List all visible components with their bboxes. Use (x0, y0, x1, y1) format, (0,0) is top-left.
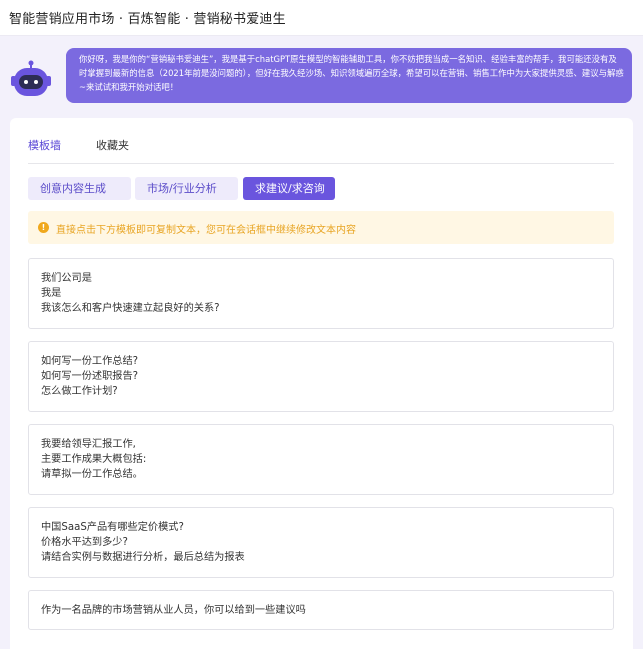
template-line: 中国SaaS产品有哪些定价模式? (41, 522, 184, 533)
template-line: 如何写一份述职报告? (41, 371, 139, 382)
category-creative-content[interactable]: 创意内容生成 (28, 177, 131, 200)
template-line: 我是 (41, 288, 62, 299)
template-line: 我要给领导汇报工作, (41, 439, 136, 450)
template-item[interactable]: 我要给领导汇报工作, 主要工作成果大概包括: 请草拟一份工作总结。 (28, 424, 614, 495)
template-line: 如何写一份工作总结? (41, 356, 139, 367)
template-card: 模板墙 收藏夹 创意内容生成 市场/行业分析 求建议/求咨询 ! 直接点击下方模… (10, 118, 633, 649)
template-line: 主要工作成果大概包括: (41, 454, 147, 465)
template-item[interactable]: 我们公司是 我是 我该怎么和客户快速建立起良好的关系? (28, 258, 614, 329)
exclamation-icon: ! (38, 222, 49, 233)
template-line: 价格水平达到多少? (41, 537, 128, 548)
notice-banner: ! 直接点击下方模板即可复制文本，您可在会话框中继续修改文本内容 (28, 211, 614, 244)
category-market-analysis[interactable]: 市场/行业分析 (135, 177, 238, 200)
intro-message-bubble: 你好呀，我是你的“营销秘书爱迪生”，我是基于chatGPT原生模型的智能辅助工具… (66, 48, 632, 103)
intro-section: 你好呀，我是你的“营销秘书爱迪生”，我是基于chatGPT原生模型的智能辅助工具… (0, 36, 643, 112)
robot-icon (10, 60, 52, 98)
template-item[interactable]: 中国SaaS产品有哪些定价模式? 价格水平达到多少? 请结合实例与数据进行分析，… (28, 507, 614, 578)
template-line: 请草拟一份工作总结。 (41, 469, 143, 480)
template-line: 请结合实例与数据进行分析，最后总结为报表 (41, 552, 245, 563)
template-item[interactable]: 作为一名品牌的市场营销从业人员，你可以给到一些建议吗 (28, 590, 614, 630)
category-filter: 创意内容生成 市场/行业分析 求建议/求咨询 (28, 177, 618, 201)
template-line: 怎么做工作计划? (41, 386, 118, 397)
category-advice[interactable]: 求建议/求咨询 (243, 177, 335, 200)
template-line: 我该怎么和客户快速建立起良好的关系? (41, 303, 220, 314)
notice-text: 直接点击下方模板即可复制文本，您可在会话框中继续修改文本内容 (56, 225, 356, 236)
tab-bar: 模板墙 收藏夹 (28, 118, 614, 164)
tab-favorites[interactable]: 收藏夹 (96, 137, 129, 153)
template-line: 我们公司是 (41, 273, 92, 284)
template-line: 作为一名品牌的市场营销从业人员，你可以给到一些建议吗 (41, 605, 306, 616)
tab-template-wall[interactable]: 模板墙 (28, 137, 61, 153)
page-title: 智能营销应用市场 · 百炼智能 · 营销秘书爱迪生 (9, 12, 286, 27)
template-item[interactable]: 如何写一份工作总结? 如何写一份述职报告? 怎么做工作计划? (28, 341, 614, 412)
top-bar: 智能营销应用市场 · 百炼智能 · 营销秘书爱迪生 (0, 0, 643, 36)
